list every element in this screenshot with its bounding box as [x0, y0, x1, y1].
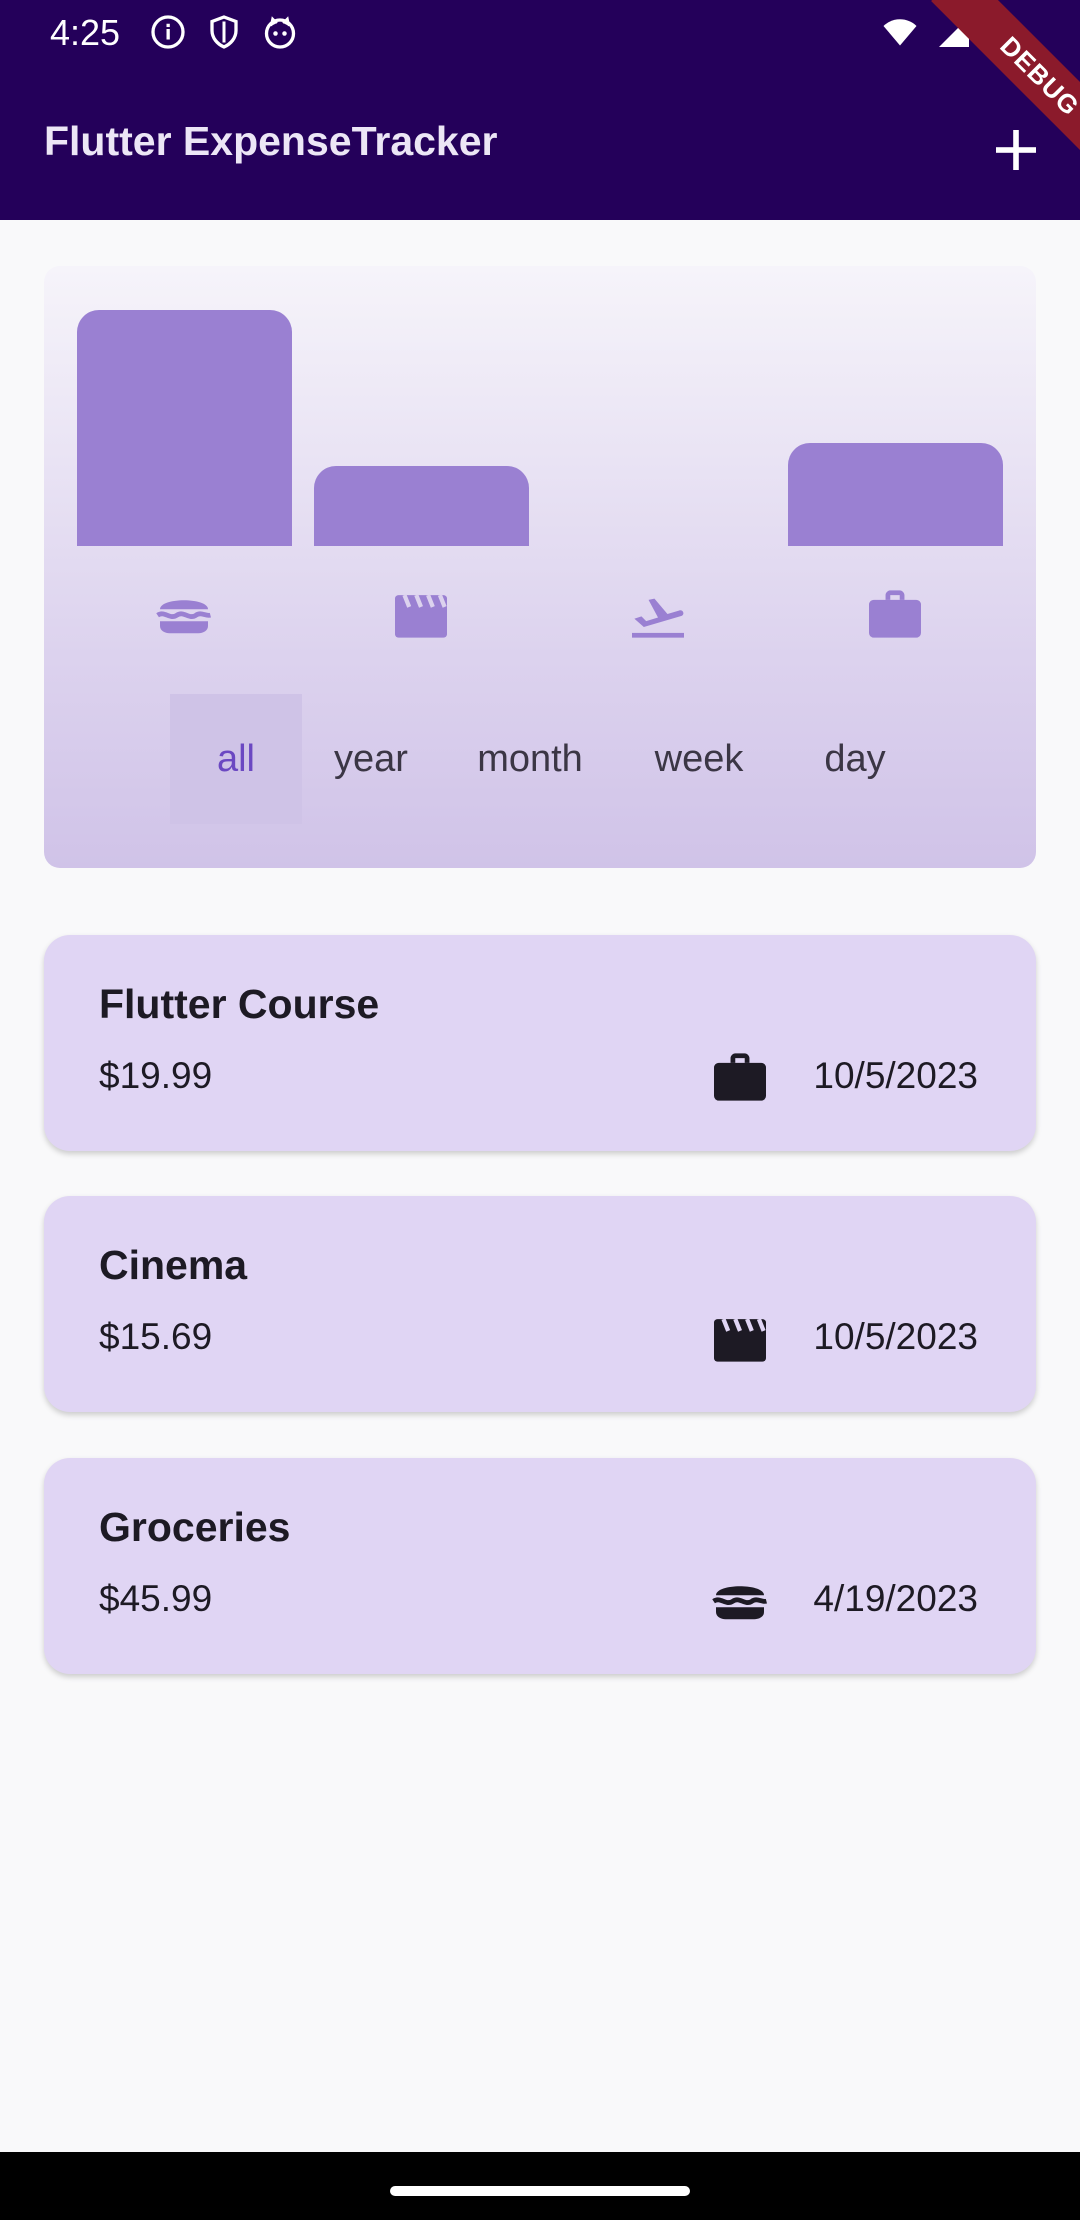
app-bar: Flutter ExpenseTracker [0, 64, 1080, 220]
chart-bar-food [77, 310, 292, 546]
chart-bars-area [44, 266, 1036, 546]
movie-clapper-icon [391, 584, 451, 644]
shield-icon [206, 14, 242, 50]
filter-tab-label: week [654, 737, 744, 780]
status-time: 4:25 [50, 12, 121, 53]
filter-tab-label: year [334, 737, 408, 780]
expense-card[interactable]: Cinema $15.69 10/5/2023 [44, 1196, 1036, 1412]
wifi-icon [880, 14, 920, 50]
filter-tab-label: month [477, 737, 583, 780]
expense-chart: all year month week day [44, 266, 1036, 868]
expense-date: 10/5/2023 [813, 1055, 978, 1096]
cat-icon [262, 14, 298, 50]
filter-tab-month[interactable]: month [440, 694, 620, 824]
filter-tab-day[interactable]: day [778, 694, 932, 824]
filter-tab-week[interactable]: week [620, 694, 778, 824]
briefcase-icon [865, 584, 925, 644]
expense-title: Cinema [99, 1242, 248, 1288]
app-title: Flutter ExpenseTracker [44, 118, 498, 164]
filter-tab-all[interactable]: all [170, 694, 302, 824]
expense-amount: $15.69 [99, 1316, 213, 1357]
movie-clapper-icon [710, 1310, 770, 1366]
battery-icon [988, 14, 1012, 50]
time-filter-tabs: all year month week day [170, 694, 932, 824]
filter-tab-label: all [216, 737, 256, 780]
expense-amount: $19.99 [99, 1055, 213, 1096]
home-indicator[interactable] [390, 2186, 690, 2196]
signal-icon [936, 14, 972, 50]
expense-card[interactable]: Groceries $45.99 4/19/2023 [44, 1458, 1036, 1674]
expense-amount: $45.99 [99, 1578, 213, 1619]
navigation-bar [0, 2152, 1080, 2220]
expense-date: 10/5/2023 [813, 1316, 978, 1357]
add-expense-button[interactable] [980, 114, 1052, 186]
status-bar: 4:25 [0, 0, 1080, 64]
burger-icon [154, 584, 214, 644]
expense-title: Groceries [99, 1504, 291, 1550]
flight-takeoff-icon [628, 584, 688, 644]
expense-title: Flutter Course [99, 981, 380, 1027]
burger-icon [710, 1572, 770, 1628]
chart-bar-work [788, 443, 1003, 546]
info-icon [150, 14, 186, 50]
expense-card[interactable]: Flutter Course $19.99 10/5/2023 [44, 935, 1036, 1151]
chart-bar-leisure [314, 466, 529, 546]
expense-date: 4/19/2023 [813, 1578, 978, 1619]
filter-tab-year[interactable]: year [302, 694, 440, 824]
plus-icon [996, 130, 1036, 170]
filter-tab-label: day [824, 737, 886, 780]
briefcase-icon [710, 1049, 770, 1105]
